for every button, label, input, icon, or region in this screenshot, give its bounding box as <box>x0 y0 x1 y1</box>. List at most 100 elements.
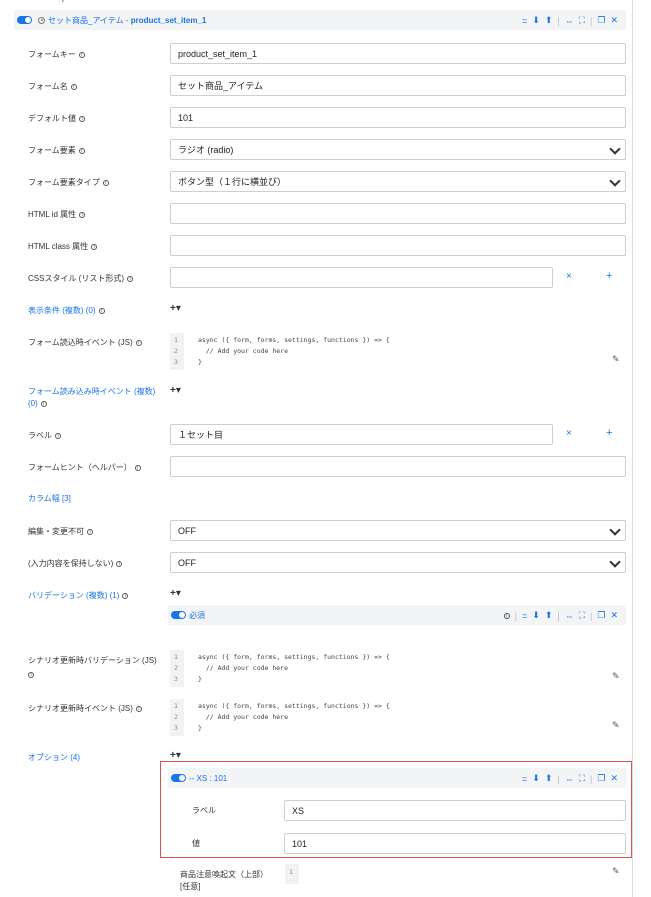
edit-pencil-icon[interactable]: ✎ <box>612 866 620 877</box>
validation-item-title[interactable]: 必須 <box>189 610 205 621</box>
item-title[interactable]: セット商品_アイテム - product_set_item_1 <box>48 15 206 26</box>
validation-add-button[interactable]: +▾ <box>170 588 181 599</box>
form-hint-input[interactable] <box>170 456 626 477</box>
readonly-value: OFF <box>178 525 196 536</box>
copy-icon[interactable]: ❐ <box>597 610 605 621</box>
copy-icon[interactable]: ❐ <box>597 15 605 26</box>
scenario-event-editor[interactable]: 1 2 3 async ({ form, forms, settings, fu… <box>170 699 626 736</box>
equals-icon[interactable]: = <box>522 611 527 621</box>
form-element-select[interactable]: ラジオ (radio) <box>170 139 626 160</box>
info-icon[interactable]: i <box>40 400 47 407</box>
arrow-up-icon[interactable]: ⬆ <box>545 15 553 26</box>
options-add-button[interactable]: +▾ <box>170 750 181 761</box>
form-element-value: ラジオ (radio) <box>178 145 234 155</box>
scenario-event-label: シナリオ更新時イベント (JS) i <box>28 703 142 714</box>
form-name-input[interactable]: セット商品_アイテム <box>170 75 626 96</box>
form-loaded-event-add-button[interactable]: +▾ <box>170 385 181 396</box>
readonly-select[interactable]: OFF <box>170 520 626 541</box>
info-icon[interactable]: i <box>87 528 93 535</box>
label-field-label: ラベル i <box>28 430 61 441</box>
no-keep-value: OFF <box>178 557 196 568</box>
info-icon[interactable]: i <box>135 339 142 346</box>
info-icon[interactable]: i <box>127 275 133 282</box>
copy-icon[interactable]: ❐ <box>597 773 605 784</box>
top-add-button[interactable]: + <box>60 0 66 6</box>
edit-pencil-icon[interactable]: ✎ <box>612 354 620 365</box>
info-icon[interactable]: i <box>28 671 34 678</box>
code-line: } <box>198 675 202 683</box>
display-condition-add-button[interactable]: +▾ <box>170 303 181 314</box>
info-icon[interactable]: i <box>79 115 85 122</box>
no-keep-select[interactable]: OFF <box>170 552 626 573</box>
form-key-input[interactable]: product_set_item_1 <box>170 43 626 64</box>
edit-pencil-icon[interactable]: ✎ <box>612 720 620 731</box>
info-icon[interactable]: i <box>78 51 85 58</box>
option-toggle[interactable] <box>171 774 186 782</box>
info-icon[interactable]: i <box>70 83 77 90</box>
option-item-header: -- XS : 101 = ⬇ ⬆ | ⇔ ⛶ | ❐ ✕ <box>168 768 626 788</box>
fullscreen-icon[interactable]: ⛶ <box>579 773 585 784</box>
edit-pencil-icon[interactable]: ✎ <box>612 671 620 682</box>
display-condition-label[interactable]: 表示条件 (複数) (0) i <box>28 305 105 316</box>
html-id-input[interactable] <box>170 203 626 224</box>
close-icon[interactable]: ✕ <box>610 773 618 784</box>
arrow-up-icon[interactable]: ⬆ <box>545 773 553 784</box>
fullscreen-icon[interactable]: ⛶ <box>579 610 585 621</box>
code-line: // Add your code here <box>198 713 289 721</box>
close-icon[interactable]: ✕ <box>610 15 618 26</box>
info-icon[interactable]: i <box>102 179 109 186</box>
arrow-down-icon[interactable]: ⬇ <box>532 15 540 26</box>
html-class-input[interactable] <box>170 235 626 256</box>
arrow-down-icon[interactable]: ⬇ <box>532 773 540 784</box>
fullscreen-icon[interactable]: ⛶ <box>579 15 585 26</box>
equals-icon[interactable]: = <box>522 16 527 26</box>
radio-icon <box>38 16 45 24</box>
form-element-type-select[interactable]: ボタン型（１行に横並び） <box>170 171 626 192</box>
expand-icon[interactable]: ⇔ <box>565 774 574 784</box>
expand-icon[interactable]: ⇔ <box>565 16 574 26</box>
equals-icon[interactable]: = <box>522 774 527 784</box>
label-remove-button[interactable]: × <box>566 428 572 439</box>
info-icon[interactable]: i <box>116 560 123 567</box>
option-label-input[interactable]: XS <box>284 800 626 821</box>
divider: | <box>557 15 560 26</box>
arrow-down-icon[interactable]: ⬇ <box>532 610 540 621</box>
info-icon[interactable]: i <box>91 243 98 250</box>
form-loaded-event-label[interactable]: フォーム読み込み時イベント (複数) (0) i <box>28 386 155 410</box>
validation-item-header: 必須 i | = ⬇ ⬆ | ⇔ ⛶ | ❐ ✕ <box>168 605 626 625</box>
info-icon[interactable]: i <box>135 705 142 712</box>
info-icon[interactable]: i <box>55 432 61 439</box>
column-width-label[interactable]: カラム幅 [3] <box>28 493 71 504</box>
item-title-name: セット商品_アイテム - <box>48 15 131 25</box>
arrow-up-icon[interactable]: ⬆ <box>545 610 553 621</box>
scenario-validation-editor[interactable]: 1 2 3 async ({ form, forms, settings, fu… <box>170 650 626 687</box>
note-editor[interactable]: 1 <box>285 864 299 884</box>
info-icon[interactable]: i <box>122 592 129 599</box>
line-number: 1 <box>289 868 293 876</box>
default-value-input[interactable]: 101 <box>170 107 626 128</box>
label-add-button[interactable]: + <box>606 427 612 439</box>
scrollbar[interactable] <box>632 0 633 897</box>
code-line: // Add your code here <box>198 664 289 672</box>
css-style-add-button[interactable]: + <box>606 270 612 282</box>
enable-toggle[interactable] <box>17 16 32 24</box>
option-value-input[interactable]: 101 <box>284 833 626 854</box>
validation-toggle[interactable] <box>171 611 186 619</box>
info-icon[interactable]: i <box>78 147 85 154</box>
form-key-label: フォームキー i <box>28 49 85 60</box>
item-header-actions: = ⬇ ⬆ | ⇔ ⛶ | ❐ ✕ <box>522 15 618 26</box>
options-label[interactable]: オプション (4) <box>28 752 80 763</box>
info-icon[interactable]: i <box>98 307 105 314</box>
close-icon[interactable]: ✕ <box>610 610 618 621</box>
validation-label[interactable]: バリデーション (複数) (1) i <box>28 590 129 601</box>
css-style-input[interactable] <box>170 267 553 288</box>
form-load-event-editor[interactable]: 1 2 3 async ({ form, forms, settings, fu… <box>170 333 626 370</box>
css-style-remove-button[interactable]: × <box>566 271 572 282</box>
label-input[interactable]: １セット目 <box>170 424 553 445</box>
info-icon[interactable]: i <box>79 211 86 218</box>
line-number: 1 <box>174 336 178 344</box>
expand-icon[interactable]: ⇔ <box>565 611 574 621</box>
option-item-title[interactable]: -- XS : 101 <box>189 774 227 783</box>
info-icon[interactable]: i <box>503 612 510 619</box>
info-icon[interactable]: i <box>134 464 141 471</box>
